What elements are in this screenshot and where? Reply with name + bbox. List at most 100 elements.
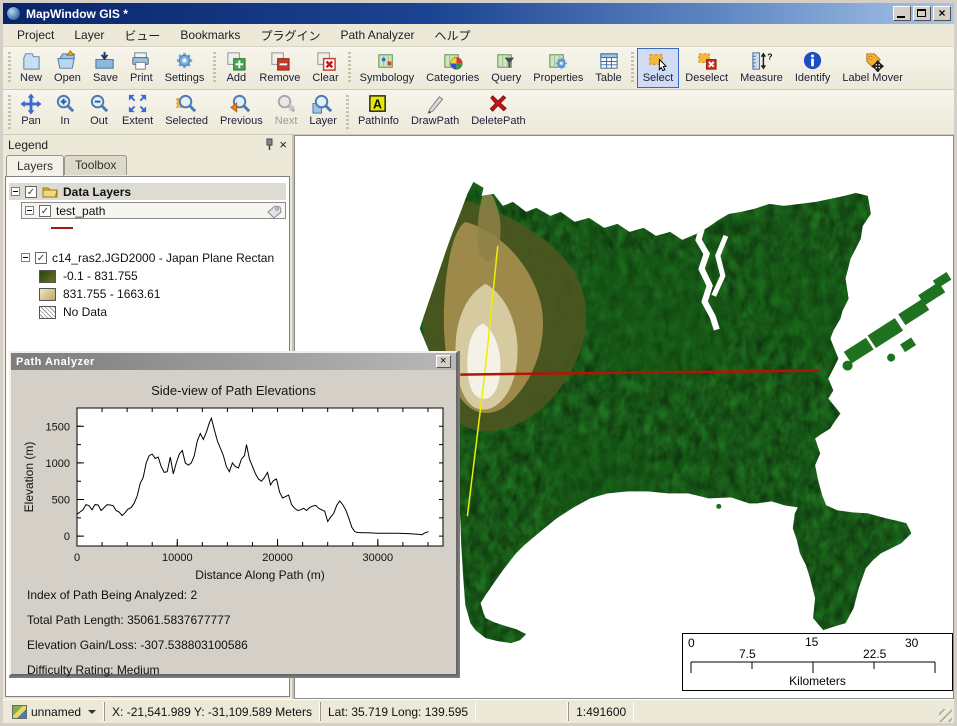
menu-view[interactable]: ビュー	[114, 23, 170, 48]
tab-layers[interactable]: Layers	[6, 155, 64, 176]
tag-icon[interactable]	[266, 204, 282, 218]
toolbar-button-query[interactable]: Query	[485, 48, 527, 88]
legend-close-icon[interactable]: ×	[279, 139, 287, 150]
svg-text:10000: 10000	[162, 552, 193, 564]
toolbar-button-label: New	[20, 72, 42, 84]
draw-path-icon	[424, 93, 446, 115]
layer-group-row[interactable]: ✓ Data Layers	[9, 183, 286, 200]
properties-icon	[547, 50, 569, 72]
toolbar-button-label: Measure	[740, 72, 783, 84]
toolbar-button-out[interactable]: Out	[82, 91, 116, 133]
project-selector[interactable]: unnamed	[5, 702, 104, 721]
resize-grip[interactable]	[939, 709, 952, 722]
toolbar-button-pan[interactable]: Pan	[14, 91, 48, 133]
layer-label: test_path	[56, 204, 105, 218]
toolbar-button-label: Extent	[122, 115, 153, 127]
toolbar-button-extent[interactable]: Extent	[116, 91, 159, 133]
toolbar-button-previous[interactable]: Previous	[214, 91, 269, 133]
menu-project[interactable]: Project	[7, 24, 64, 46]
path-analyzer-close-button[interactable]: ×	[436, 355, 451, 368]
toolbar-button-selected[interactable]: Selected	[159, 91, 214, 133]
chevron-down-icon[interactable]	[88, 710, 96, 714]
toolbar-button-deletepath[interactable]: DeletePath	[465, 91, 531, 133]
toolbar-grip	[213, 52, 216, 84]
tab-toolbox[interactable]: Toolbox	[64, 155, 127, 175]
scale-label: 30	[905, 636, 918, 650]
path-analyzer-titlebar[interactable]: Path Analyzer ×	[11, 353, 456, 370]
status-bar: unnamed X: -21,541.989 Y: -31,109.589 Me…	[3, 699, 954, 723]
maximize-button[interactable]	[913, 6, 931, 21]
toolbar-button-print[interactable]: Print	[124, 48, 159, 88]
toolbar-button-label: Save	[93, 72, 118, 84]
toolbar-button-measure[interactable]: ?Measure	[734, 48, 789, 88]
raster-class-row: -0.1 - 831.755	[39, 268, 286, 284]
layer-row-raster[interactable]: ✓ c14_ras2.JGD2000 - Japan Plane Rectan	[21, 249, 286, 266]
menu-help[interactable]: ヘルプ	[425, 23, 481, 48]
layer-checkbox[interactable]: ✓	[39, 205, 51, 217]
toolbar-button-drawpath[interactable]: DrawPath	[405, 91, 465, 133]
toolbar-button-label: Next	[275, 115, 298, 127]
toolbar-grip	[8, 95, 11, 129]
minimize-button[interactable]	[893, 6, 911, 21]
toolbar-button-in[interactable]: In	[48, 91, 82, 133]
toolbar-grip	[8, 52, 11, 84]
path-index-text: Index of Path Being Analyzed: 2	[27, 588, 456, 602]
main-toolbar: New Open Save PrintSettings Add RemoveClear Sy…	[3, 47, 954, 90]
collapse-icon[interactable]	[21, 253, 30, 262]
identify-icon	[802, 50, 824, 72]
toolbar-grip	[631, 52, 634, 84]
layer-row-test-path[interactable]: ✓ test_path	[21, 202, 286, 219]
pin-icon[interactable]	[264, 138, 275, 151]
scale-label: 7.5	[739, 647, 756, 661]
print-icon	[130, 50, 152, 72]
toolbar-button-settings[interactable]: Settings	[159, 48, 211, 88]
menu-bookmarks[interactable]: Bookmarks	[170, 24, 250, 46]
close-button[interactable]: ×	[933, 6, 951, 21]
map-scale-readout: 1:491600	[568, 702, 634, 721]
toolbar-button-label: DrawPath	[411, 115, 459, 127]
toolbar-button-label: Label Mover	[842, 72, 903, 84]
toolbar-button-label: Previous	[220, 115, 263, 127]
toolbar-button-label: Add	[227, 72, 247, 84]
toolbar-button-pathinfo[interactable]: APathInfo	[352, 91, 405, 133]
xy-coordinates: X: -21,541.989 Y: -31,109.589 Meters	[112, 705, 312, 719]
save-icon	[94, 50, 116, 72]
window-title: MapWindow GIS *	[26, 7, 128, 21]
toolbar-button-add[interactable]: Add	[219, 48, 253, 88]
zoom-in-icon	[54, 93, 76, 115]
nodata-swatch	[39, 306, 56, 319]
toolbar-button-clear[interactable]: Clear	[306, 48, 344, 88]
toolbar-button-save[interactable]: Save	[87, 48, 124, 88]
toolbar-button-symbology[interactable]: Symbology	[354, 48, 420, 88]
svg-text:20000: 20000	[262, 552, 293, 564]
toolbar-button-open[interactable]: Open	[48, 48, 87, 88]
group-checkbox[interactable]: ✓	[25, 186, 37, 198]
toolbar-button-label: Symbology	[360, 72, 414, 84]
toolbar-button-categories[interactable]: Categories	[420, 48, 485, 88]
toolbar-button-properties[interactable]: Properties	[527, 48, 589, 88]
toolbar-button-table[interactable]: Table	[589, 48, 627, 88]
menu-plugins[interactable]: プラグイン	[250, 23, 330, 48]
toolbar-button-select[interactable]: Select	[637, 48, 680, 88]
layer-checkbox[interactable]: ✓	[35, 252, 47, 264]
scale-label: 0	[688, 636, 695, 650]
toolbar-grip	[346, 95, 349, 129]
project-map-icon	[12, 705, 27, 719]
project-name: unnamed	[31, 705, 81, 719]
toolbar-button-deselect[interactable]: Deselect	[679, 48, 734, 88]
measure-icon: ?	[750, 50, 772, 72]
toolbar-grip	[348, 52, 351, 84]
toolbar-button-new[interactable]: New	[14, 48, 48, 88]
collapse-icon[interactable]	[11, 187, 20, 196]
collapse-icon[interactable]	[25, 206, 34, 215]
toolbar-button-label: Query	[491, 72, 521, 84]
menu-path-analyzer[interactable]: Path Analyzer	[330, 24, 424, 46]
toolbar-button-remove[interactable]: Remove	[253, 48, 306, 88]
toolbar-button-layer[interactable]: Layer	[303, 91, 343, 133]
toolbar-button-label: Deselect	[685, 72, 728, 84]
path-symbol-row	[51, 221, 286, 235]
toolbar-button-identify[interactable]: Identify	[789, 48, 836, 88]
raster-class-row: No Data	[39, 304, 286, 320]
menu-layer[interactable]: Layer	[64, 24, 114, 46]
toolbar-button-label-mover[interactable]: Label Mover	[836, 48, 909, 88]
